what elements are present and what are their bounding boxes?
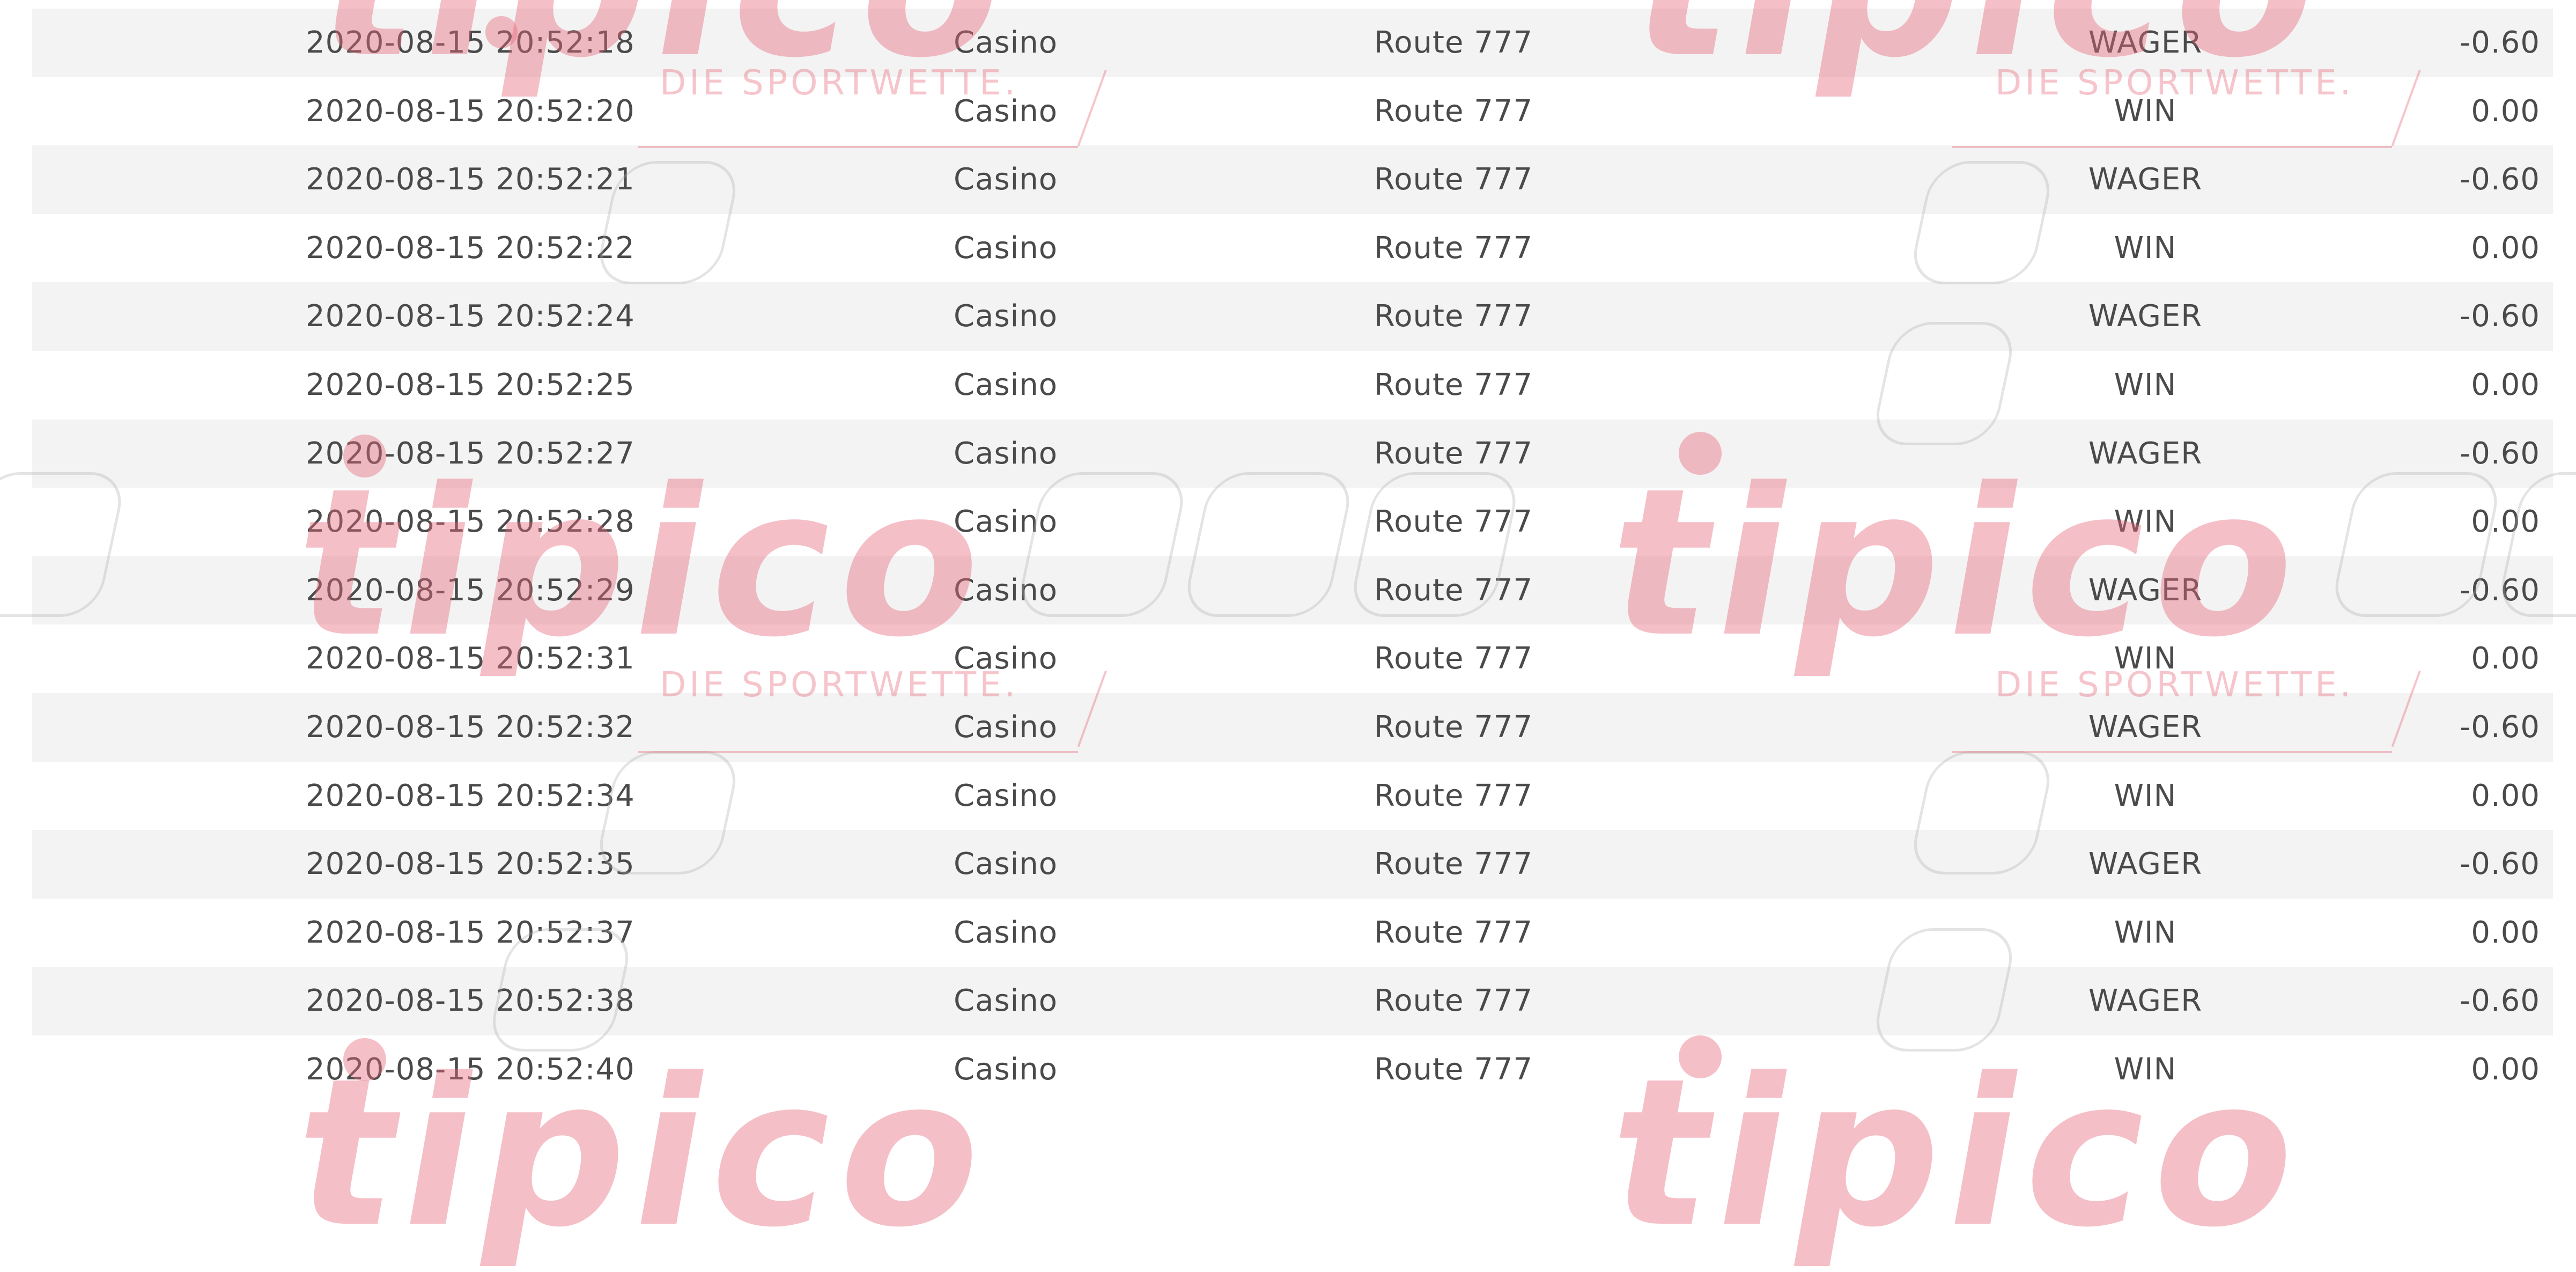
cell-game: Route 777 [1374, 847, 1533, 882]
table-row: 2020-08-15 20:52:32 Casino Route 777 WAG… [32, 693, 2553, 762]
cell-amount: -0.60 [2460, 436, 2540, 471]
table-row: 2020-08-15 20:52:29 Casino Route 777 WAG… [32, 556, 2553, 625]
cell-game: Route 777 [1374, 709, 1533, 745]
cell-game: Route 777 [1374, 915, 1533, 950]
cell-category: Casino [954, 25, 1058, 60]
cell-datetime: 2020-08-15 20:52:22 [306, 230, 635, 266]
cell-datetime: 2020-08-15 20:52:27 [306, 436, 635, 471]
cell-category: Casino [954, 162, 1058, 197]
cell-datetime: 2020-08-15 20:52:29 [306, 572, 635, 608]
cell-game: Route 777 [1374, 641, 1533, 677]
table-row: 2020-08-15 20:52:22 Casino Route 777 WIN… [32, 214, 2553, 283]
cell-game: Route 777 [1374, 504, 1533, 540]
cell-amount: 0.00 [2471, 778, 2540, 813]
cell-amount: -0.60 [2460, 25, 2540, 60]
cell-category: Casino [954, 778, 1058, 813]
cell-game: Route 777 [1374, 93, 1533, 129]
cell-category: Casino [954, 367, 1058, 402]
cell-datetime: 2020-08-15 20:52:37 [306, 915, 635, 950]
cell-amount: -0.60 [2460, 847, 2540, 882]
cell-type: WIN [2114, 778, 2177, 813]
cell-amount: 0.00 [2471, 367, 2540, 402]
cell-datetime: 2020-08-15 20:52:24 [306, 299, 635, 334]
table-row: 2020-08-15 20:52:40 Casino Route 777 WIN… [32, 1035, 2553, 1104]
table-row: 2020-08-15 20:52:21 Casino Route 777 WAG… [32, 145, 2553, 214]
cell-amount: -0.60 [2460, 709, 2540, 745]
cell-type: WAGER [2088, 572, 2203, 608]
cell-datetime: 2020-08-15 20:52:18 [306, 25, 635, 60]
cell-datetime: 2020-08-15 20:52:32 [306, 709, 635, 745]
cell-category: Casino [954, 709, 1058, 745]
cell-category: Casino [954, 436, 1058, 471]
cell-amount: 0.00 [2471, 230, 2540, 266]
cell-datetime: 2020-08-15 20:52:25 [306, 367, 635, 402]
cell-datetime: 2020-08-15 20:52:21 [306, 162, 635, 197]
transaction-table: 2020-08-15 20:52:18 Casino Route 777 WAG… [32, 9, 2553, 1104]
cell-datetime: 2020-08-15 20:52:20 [306, 93, 635, 129]
cell-amount: -0.60 [2460, 983, 2540, 1019]
cell-game: Route 777 [1374, 299, 1533, 334]
table-row: 2020-08-15 20:52:38 Casino Route 777 WAG… [32, 967, 2553, 1035]
cell-game: Route 777 [1374, 572, 1533, 608]
cell-game: Route 777 [1374, 778, 1533, 813]
table-row: 2020-08-15 20:52:24 Casino Route 777 WAG… [32, 282, 2553, 351]
cell-category: Casino [954, 847, 1058, 882]
cell-category: Casino [954, 915, 1058, 950]
cell-category: Casino [954, 230, 1058, 266]
cell-type: WAGER [2088, 436, 2203, 471]
cell-type: WIN [2114, 504, 2177, 540]
cell-type: WAGER [2088, 983, 2203, 1019]
cell-amount: 0.00 [2471, 915, 2540, 950]
cell-type: WIN [2114, 915, 2177, 950]
cell-datetime: 2020-08-15 20:52:28 [306, 504, 635, 540]
cell-datetime: 2020-08-15 20:52:35 [306, 847, 635, 882]
cell-category: Casino [954, 93, 1058, 129]
cell-game: Route 777 [1374, 230, 1533, 266]
table-row: 2020-08-15 20:52:20 Casino Route 777 WIN… [32, 77, 2553, 146]
cell-amount: 0.00 [2471, 641, 2540, 677]
cell-amount: 0.00 [2471, 504, 2540, 540]
cell-category: Casino [954, 1052, 1058, 1087]
cell-type: WAGER [2088, 709, 2203, 745]
cell-type: WIN [2114, 93, 2177, 129]
cell-game: Route 777 [1374, 162, 1533, 197]
cell-game: Route 777 [1374, 983, 1533, 1019]
cell-game: Route 777 [1374, 25, 1533, 60]
cell-type: WIN [2114, 367, 2177, 402]
cell-amount: -0.60 [2460, 162, 2540, 197]
cell-datetime: 2020-08-15 20:52:38 [306, 983, 635, 1019]
table-row: 2020-08-15 20:52:25 Casino Route 777 WIN… [32, 350, 2553, 420]
cell-type: WIN [2114, 641, 2177, 677]
cell-datetime: 2020-08-15 20:52:34 [306, 778, 635, 813]
cell-category: Casino [954, 299, 1058, 334]
cell-amount: 0.00 [2471, 1052, 2540, 1087]
cell-amount: -0.60 [2460, 299, 2540, 334]
cell-type: WAGER [2088, 847, 2203, 882]
cell-category: Casino [954, 504, 1058, 540]
cell-type: WAGER [2088, 25, 2203, 60]
cell-game: Route 777 [1374, 367, 1533, 402]
table-row: 2020-08-15 20:52:37 Casino Route 777 WIN… [32, 898, 2553, 967]
cell-game: Route 777 [1374, 1052, 1533, 1087]
cell-type: WAGER [2088, 162, 2203, 197]
table-row: 2020-08-15 20:52:35 Casino Route 777 WAG… [32, 830, 2553, 899]
table-row: 2020-08-15 20:52:27 Casino Route 777 WAG… [32, 419, 2553, 488]
cell-type: WAGER [2088, 299, 2203, 334]
cell-type: WIN [2114, 230, 2177, 266]
cell-amount: 0.00 [2471, 93, 2540, 129]
cell-amount: -0.60 [2460, 572, 2540, 608]
table-row: 2020-08-15 20:52:18 Casino Route 777 WAG… [32, 9, 2553, 77]
table-row: 2020-08-15 20:52:28 Casino Route 777 WIN… [32, 488, 2553, 556]
cell-type: WIN [2114, 1052, 2177, 1087]
cell-category: Casino [954, 641, 1058, 677]
table-row: 2020-08-15 20:52:34 Casino Route 777 WIN… [32, 761, 2553, 830]
cell-datetime: 2020-08-15 20:52:31 [306, 641, 635, 677]
table-row: 2020-08-15 20:52:31 Casino Route 777 WIN… [32, 624, 2553, 693]
cell-game: Route 777 [1374, 436, 1533, 471]
cell-datetime: 2020-08-15 20:52:40 [306, 1052, 635, 1087]
cell-category: Casino [954, 983, 1058, 1019]
cell-category: Casino [954, 572, 1058, 608]
